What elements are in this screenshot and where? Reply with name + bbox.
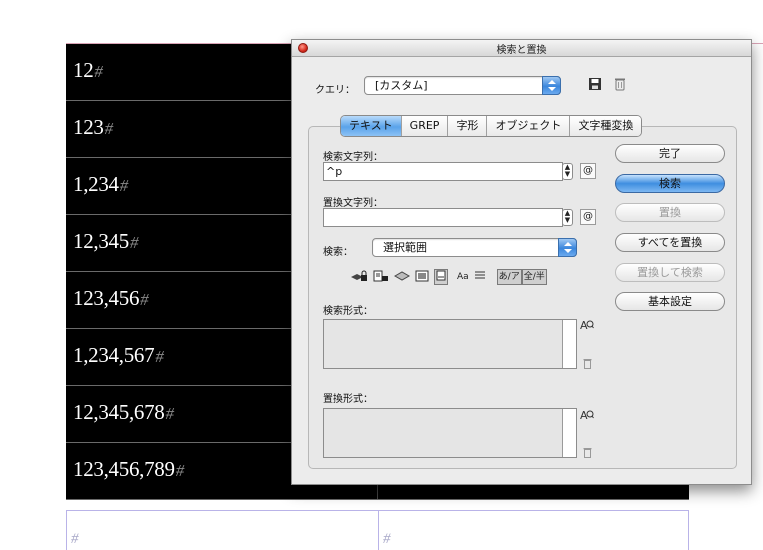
chevron-updown-icon (558, 238, 577, 257)
change-all-button[interactable]: すべてを置換 (615, 233, 725, 252)
clear-format-trash-icon[interactable] (583, 447, 592, 461)
case-sensitive-toggle[interactable]: Aa (457, 270, 469, 284)
tab-text[interactable]: テキスト (341, 116, 402, 136)
document-empty-row: # # (66, 510, 689, 550)
fewer-options-button[interactable]: 基本設定 (615, 292, 725, 311)
tab-grep[interactable]: GREP (401, 116, 449, 136)
hash-mark: # (71, 531, 79, 547)
find-button[interactable]: 検索 (615, 174, 725, 193)
hidden-layers-icon[interactable] (393, 270, 411, 284)
search-scope-value: 選択範囲 (383, 241, 427, 254)
table-cell: 12,345,678# (73, 400, 174, 424)
special-characters-button[interactable]: @ (580, 163, 596, 179)
special-characters-button[interactable]: @ (580, 209, 596, 225)
table-cell: 1,234,567# (73, 343, 164, 367)
title-bar[interactable]: 検索と置換 (292, 40, 751, 57)
table-cell: 12# (73, 58, 103, 82)
tab-bar: テキスト GREP 字形 オブジェクト 文字種変換 (340, 115, 643, 137)
change-history-stepper[interactable]: ▲ ▼ (562, 209, 573, 226)
change-format-box[interactable] (323, 408, 577, 458)
kana-sensitive-toggle[interactable]: あ/ア (496, 268, 522, 285)
column-divider (378, 511, 379, 550)
find-what-input[interactable]: ^p (323, 162, 563, 181)
search-scope-select[interactable]: 選択範囲 (372, 238, 577, 257)
chevron-updown-icon (542, 76, 561, 95)
search-options-row: Aa あ/ア 全/半 (350, 268, 547, 285)
table-cell: 1,234# (73, 172, 128, 196)
scrollbar[interactable] (562, 409, 576, 457)
change-button[interactable]: 置換 (615, 203, 725, 222)
table-cell: 123,456,789# (73, 457, 184, 481)
save-query-icon[interactable] (588, 77, 602, 94)
dialog-title: 検索と置換 (496, 45, 547, 56)
tab-transliterate[interactable]: 文字種変換 (570, 116, 642, 136)
trash-icon[interactable] (614, 77, 626, 94)
table-cell: 123,456# (73, 286, 149, 310)
footnotes-icon[interactable] (434, 268, 448, 285)
specify-format-icon[interactable]: A (580, 319, 594, 334)
tab-object[interactable]: オブジェクト (487, 116, 571, 136)
tab-glyph[interactable]: 字形 (448, 116, 488, 136)
table-cell: 12,345# (73, 229, 139, 253)
query-value: [カスタム] (375, 79, 428, 92)
find-history-stepper[interactable]: ▲ ▼ (562, 163, 573, 180)
table-cell: 123# (73, 115, 113, 139)
find-replace-dialog: 検索と置換 クエリ： [カスタム] テキスト GREP 字形 オブジェクト 文字… (291, 39, 752, 485)
specify-format-icon[interactable]: A (580, 409, 594, 424)
whole-word-icon[interactable] (474, 270, 486, 284)
hash-mark: # (383, 531, 391, 547)
find-format-label: 検索形式： (323, 306, 373, 317)
locked-stories-icon[interactable] (373, 270, 389, 284)
query-select[interactable]: [カスタム] (364, 76, 561, 95)
query-label: クエリ： (315, 85, 355, 96)
clear-format-trash-icon[interactable] (583, 358, 592, 372)
change-find-button[interactable]: 置換して検索 (615, 263, 725, 282)
done-button[interactable]: 完了 (615, 144, 725, 163)
master-pages-icon[interactable] (415, 270, 429, 284)
find-what-label: 検索文字列： (323, 152, 383, 163)
locked-layers-icon[interactable] (350, 270, 368, 284)
width-sensitive-toggle[interactable]: 全/半 (521, 268, 547, 285)
change-format-label: 置換形式： (323, 394, 373, 405)
scrollbar[interactable] (562, 320, 576, 368)
find-format-box[interactable] (323, 319, 577, 369)
change-to-label: 置換文字列： (323, 198, 383, 209)
search-scope-label: 検索： (323, 247, 353, 258)
change-to-input[interactable] (323, 208, 563, 227)
